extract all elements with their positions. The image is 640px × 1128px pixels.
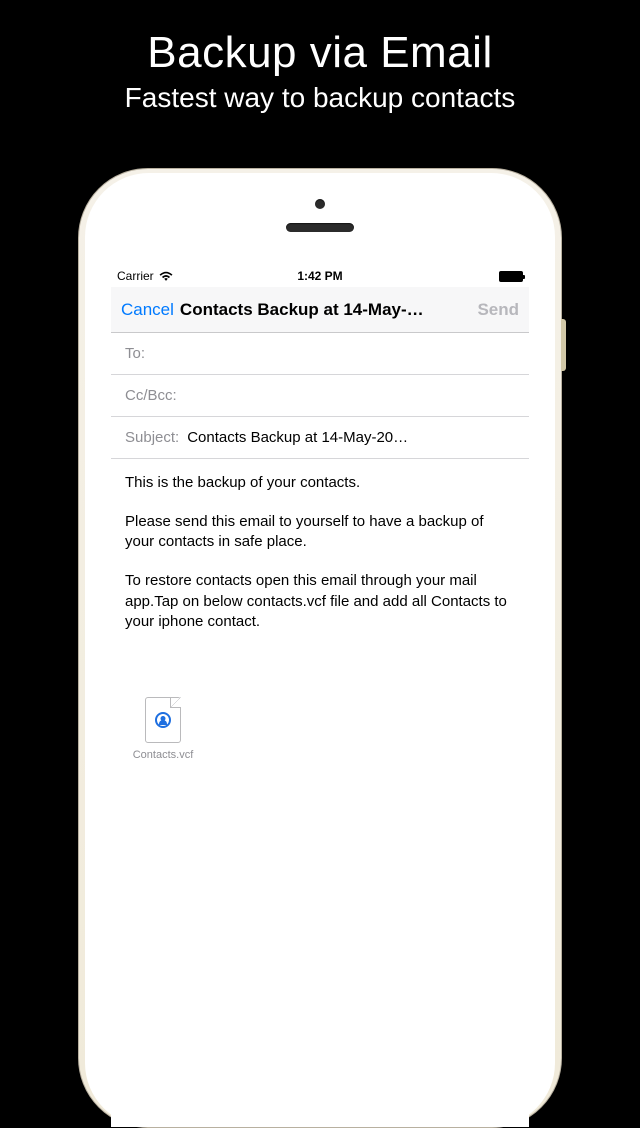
subject-label: Subject:: [125, 429, 179, 446]
navbar-title: Contacts Backup at 14-May-…: [174, 300, 478, 320]
phone-side-button: [561, 319, 566, 371]
cancel-button[interactable]: Cancel: [121, 300, 174, 320]
battery-icon: [499, 271, 523, 282]
promo-subtitle: Fastest way to backup contacts: [0, 82, 640, 114]
promo-headline: Backup via Email Fastest way to backup c…: [0, 0, 640, 114]
to-label: To:: [125, 345, 145, 362]
email-body[interactable]: This is the backup of your contacts. Ple…: [111, 459, 529, 657]
body-paragraph-2: Please send this email to yourself to ha…: [125, 512, 515, 553]
ccbcc-label: Cc/Bcc:: [125, 387, 177, 404]
attachment[interactable]: Contacts.vcf: [125, 697, 201, 761]
contact-glyph-icon: [155, 712, 171, 728]
status-time: 1:42 PM: [111, 269, 529, 283]
vcf-file-icon: [145, 697, 181, 743]
subject-value[interactable]: Contacts Backup at 14-May-20…: [187, 429, 515, 446]
phone-screen: Carrier 1:42 PM Cancel Contacts Backup a…: [111, 265, 529, 1127]
phone-camera: [315, 199, 325, 209]
compose-navbar: Cancel Contacts Backup at 14-May-… Send: [111, 287, 529, 333]
phone-inner: Carrier 1:42 PM Cancel Contacts Backup a…: [85, 173, 555, 1127]
phone-speaker: [286, 223, 354, 232]
phone-frame: Carrier 1:42 PM Cancel Contacts Backup a…: [78, 168, 562, 1128]
body-paragraph-1: This is the backup of your contacts.: [125, 473, 515, 494]
attachment-filename: Contacts.vcf: [125, 749, 201, 761]
body-paragraph-3: To restore contacts open this email thro…: [125, 571, 515, 633]
ccbcc-field[interactable]: Cc/Bcc:: [111, 375, 529, 417]
subject-field[interactable]: Subject: Contacts Backup at 14-May-20…: [111, 417, 529, 459]
status-bar: Carrier 1:42 PM: [111, 265, 529, 287]
promo-title: Backup via Email: [0, 28, 640, 78]
to-field[interactable]: To:: [111, 333, 529, 375]
send-button[interactable]: Send: [477, 300, 519, 320]
